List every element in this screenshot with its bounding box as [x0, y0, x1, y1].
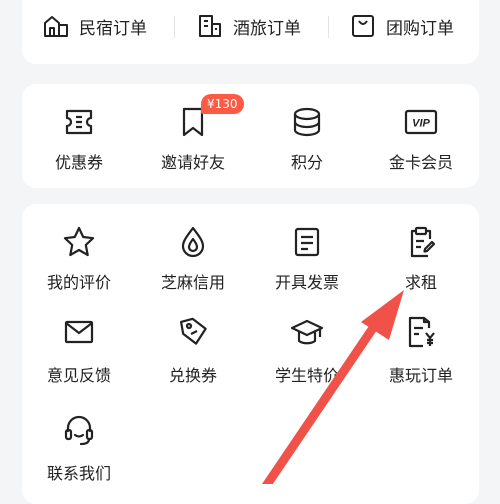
services-card: 我的评价 芝麻信用 开具发票 求租 意见反馈 兑换券 学生特价 惠玩订单 联系我…: [22, 204, 479, 504]
issue-invoice-button[interactable]: 开具发票: [250, 204, 364, 293]
contact-us-label: 联系我们: [46, 464, 111, 483]
sesame-credit-label: 芝麻信用: [160, 273, 225, 292]
points-button[interactable]: 积分: [250, 84, 364, 173]
coupons-button[interactable]: 优惠券: [22, 84, 136, 173]
headset-icon: [64, 415, 94, 446]
vip-text: VIP: [412, 118, 430, 130]
shopping-bag-icon: [352, 15, 374, 37]
invite-friends-button[interactable]: 邀请好友 ¥130: [136, 84, 250, 173]
student-deals-button[interactable]: 学生特价: [250, 314, 364, 386]
clipboard-pen-icon: [410, 226, 436, 258]
contact-us-button[interactable]: 联系我们: [22, 412, 136, 484]
divider: [328, 16, 329, 38]
feedback-label: 意见反馈: [46, 366, 111, 385]
envelope-icon: [64, 320, 94, 344]
orders-card: 民宿订单 酒旅订单 团购订单: [22, 0, 479, 64]
rent-request-button[interactable]: 求租: [364, 204, 478, 293]
hotel-orders-button[interactable]: 酒旅订单: [196, 10, 301, 42]
homestay-orders-button[interactable]: 民宿订单: [42, 10, 147, 42]
group-buy-orders-button[interactable]: 团购订单: [349, 10, 454, 42]
sesame-credit-button[interactable]: 芝麻信用: [136, 204, 250, 293]
ticket-icon: [65, 109, 93, 135]
hotel-orders-label: 酒旅订单: [233, 18, 301, 39]
huiwan-orders-button[interactable]: 惠玩订单: [364, 314, 478, 386]
vip-card-icon: VIP: [404, 109, 438, 135]
gold-card-member-button[interactable]: VIP 金卡会员: [364, 84, 478, 173]
student-deals-label: 学生特价: [274, 366, 339, 385]
hotel-building-icon: [199, 15, 221, 37]
rent-request-label: 求租: [404, 273, 437, 292]
redeem-coupon-button[interactable]: 兑换券: [136, 314, 250, 386]
huiwan-orders-label: 惠玩订单: [388, 366, 453, 385]
my-reviews-label: 我的评价: [46, 273, 111, 292]
invoice-icon: [294, 227, 320, 257]
star-icon: [63, 226, 95, 257]
invite-friends-label: 邀请好友: [160, 153, 225, 172]
yen-document-icon: [408, 316, 435, 348]
homestay-icon: [44, 16, 68, 37]
coupons-label: 优惠券: [54, 153, 103, 172]
my-reviews-button[interactable]: 我的评价: [22, 204, 136, 293]
graduation-cap-icon: [290, 319, 324, 345]
assets-card: 优惠券 邀请好友 ¥130 积分 VIP 金卡会员: [22, 84, 479, 188]
points-label: 积分: [290, 153, 323, 172]
feedback-button[interactable]: 意见反馈: [22, 314, 136, 386]
gold-card-member-label: 金卡会员: [388, 153, 453, 172]
sesame-drop-icon: [181, 226, 205, 258]
group-buy-orders-label: 团购订单: [386, 18, 454, 39]
divider: [174, 16, 175, 38]
coin-stack-icon: [293, 107, 321, 137]
tag-icon: [179, 317, 207, 345]
redeem-coupon-label: 兑换券: [168, 366, 217, 385]
homestay-orders-label: 民宿订单: [79, 18, 147, 39]
issue-invoice-label: 开具发票: [274, 273, 339, 292]
reward-badge: ¥130: [201, 94, 244, 114]
